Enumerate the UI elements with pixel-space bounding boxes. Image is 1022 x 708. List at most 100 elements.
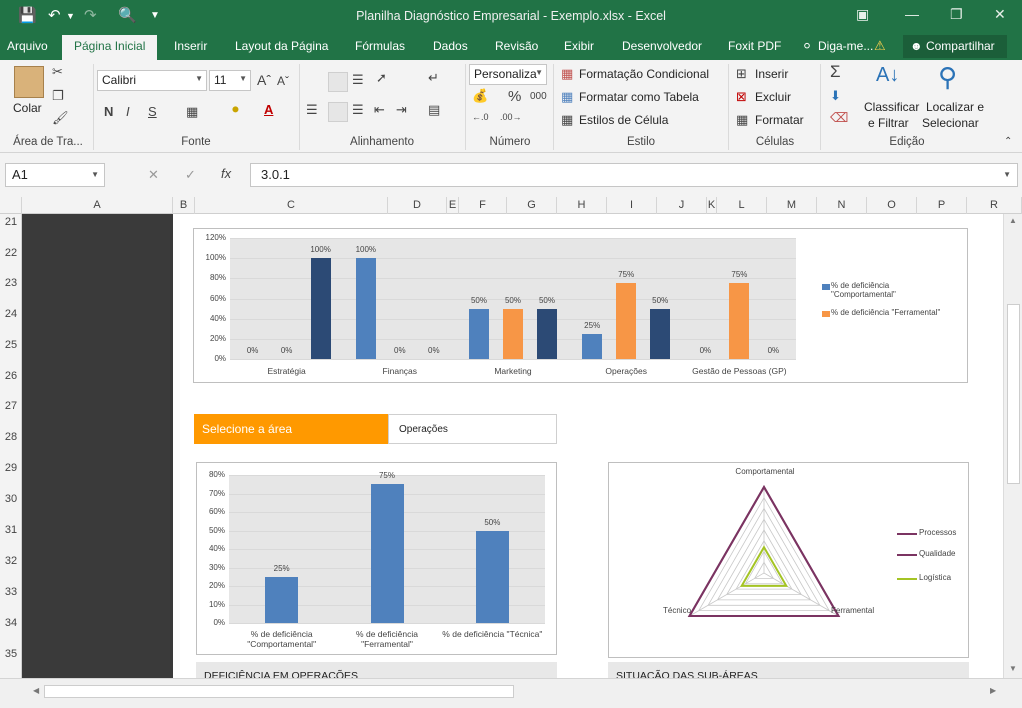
row-header[interactable]: 31 [0,524,22,536]
tab-revisao[interactable]: Revisão [495,39,538,53]
column-header[interactable]: N [817,197,867,214]
tab-arquivo[interactable]: Arquivo [7,39,48,53]
percent-style-button[interactable]: % [508,88,521,105]
scroll-right-icon[interactable]: ▶ [990,686,996,695]
find-select-button[interactable]: Localizar e [926,100,984,114]
chart-deficiency-by-area[interactable]: 0% 20% 40% 60% 80% 100% 120% 0% 0% 100% Estratégia… [193,228,968,383]
increase-indent-icon[interactable]: ⇥ [396,102,407,118]
tell-me-input[interactable]: Diga-me... [818,39,873,53]
enter-icon[interactable]: ✓ [185,167,196,183]
align-top-icon[interactable] [306,72,326,92]
collapse-ribbon-icon[interactable]: ⌃ [1004,136,1012,147]
font-color-icon[interactable]: A [264,102,273,117]
chart-radar-subareas[interactable]: Comportamental Ferramental Técnico Proce… [608,462,969,658]
row-header[interactable]: 23 [0,277,22,289]
paste-button[interactable]: Colar [13,101,42,115]
formula-input[interactable]: 3.0.1 ▼ [250,163,1018,187]
tab-formulas[interactable]: Fórmulas [355,39,405,53]
minimize-icon[interactable]: — [905,6,919,22]
row-header[interactable]: 27 [0,400,22,412]
tab-layout-da-pagina[interactable]: Layout da Página [235,39,328,53]
column-header[interactable]: F [459,197,507,214]
column-header[interactable]: L [717,197,767,214]
cut-icon[interactable]: ✂ [52,64,63,80]
insert-function-button[interactable]: fx [221,166,231,181]
comma-style-button[interactable]: 000 [530,91,547,102]
sheet-grid[interactable]: 0% 20% 40% 60% 80% 100% 120% 0% 0% 100% Estratégia… [22,214,1003,678]
align-right-icon[interactable]: ☰ [352,102,364,118]
restore-icon[interactable]: ❐ [950,6,963,23]
row-header[interactable]: 30 [0,493,22,505]
align-left-icon[interactable]: ☰ [306,102,318,118]
horizontal-scrollbar[interactable]: ◀ ▶ [0,678,1022,708]
ribbon-display-icon[interactable]: ▣ [856,6,869,23]
cell-styles-button[interactable]: Estilos de Célula [579,113,668,127]
column-header[interactable]: P [917,197,967,214]
clear-icon[interactable]: ⌫ [830,110,848,126]
row-header[interactable]: 22 [0,247,22,259]
decrease-font-icon[interactable]: Aˇ [277,74,289,88]
row-header[interactable]: 21 [0,216,22,228]
wrap-text-icon[interactable]: ↵ [428,70,439,86]
column-header[interactable]: I [607,197,657,214]
column-header[interactable]: R [967,197,1022,214]
area-selector-dropdown[interactable]: Operações [388,414,557,444]
delete-cells-button[interactable]: Excluir [755,90,791,104]
column-header[interactable]: B [173,197,195,214]
horizontal-scroll-thumb[interactable] [44,685,514,698]
fill-icon[interactable]: ⬇ [830,88,841,104]
row-header[interactable]: 32 [0,555,22,567]
accounting-format-icon[interactable]: 💰 [472,88,488,104]
scroll-left-icon[interactable]: ◀ [33,686,39,695]
format-painter-icon[interactable]: 🖌 [52,110,69,126]
underline-button[interactable]: S [148,104,157,119]
conditional-format-button[interactable]: Formatação Condicional [579,67,709,81]
column-header[interactable]: M [767,197,817,214]
merge-center-icon[interactable]: ▤ [428,102,440,118]
scroll-up-icon[interactable]: ▲ [1009,216,1017,225]
row-header[interactable]: 35 [0,648,22,660]
column-header[interactable]: K [707,197,717,214]
row-header[interactable]: 34 [0,617,22,629]
row-header[interactable]: 24 [0,308,22,320]
align-center-icon[interactable] [328,102,348,122]
scroll-down-icon[interactable]: ▼ [1009,664,1017,673]
column-header[interactable]: D [388,197,447,214]
format-cells-button[interactable]: Formatar [755,113,804,127]
column-header[interactable]: E [447,197,459,214]
row-header[interactable]: 29 [0,462,22,474]
row-header[interactable]: 25 [0,339,22,351]
font-size-combo[interactable]: 11 ▼ [209,70,251,91]
column-header[interactable]: C [195,197,388,214]
borders-icon[interactable]: ▦ [186,104,198,120]
copy-icon[interactable]: ❐ [52,88,64,104]
cancel-icon[interactable]: ✕ [148,167,159,183]
column-header[interactable]: H [557,197,607,214]
row-header[interactable]: 33 [0,586,22,598]
tab-pagina-inicial[interactable]: Página Inicial [62,35,158,60]
row-header[interactable]: 28 [0,431,22,443]
tab-dados[interactable]: Dados [433,39,468,53]
format-as-table-button[interactable]: Formatar como Tabela [579,90,699,104]
sort-filter-button-line2[interactable]: e Filtrar [868,116,909,130]
fill-color-icon[interactable]: ⚫ [230,102,241,118]
paste-icon[interactable] [14,66,44,98]
close-icon[interactable]: ✕ [994,6,1006,23]
font-name-combo[interactable]: Calibri ▼ [97,70,207,91]
share-button[interactable]: ☻ Compartilhar [903,35,1007,58]
select-all-corner[interactable] [0,197,22,214]
column-header[interactable]: A [22,197,173,214]
sort-filter-button[interactable]: Classificar [864,100,919,114]
row-header[interactable]: 26 [0,370,22,382]
orientation-icon[interactable]: ➚ [376,70,387,86]
name-box[interactable]: A1 ▼ [5,163,105,187]
number-format-combo[interactable]: Personaliza ▼ [469,64,547,85]
align-bottom-icon[interactable]: ☰ [352,72,364,88]
bold-button[interactable]: N [104,104,113,119]
increase-decimal-icon[interactable]: ←.0 [472,112,489,122]
decrease-indent-icon[interactable]: ⇤ [374,102,385,118]
column-header[interactable]: J [657,197,707,214]
find-select-button-line2[interactable]: Selecionar [922,116,979,130]
warning-icon[interactable]: ⚠ [874,38,886,54]
column-header[interactable]: O [867,197,917,214]
